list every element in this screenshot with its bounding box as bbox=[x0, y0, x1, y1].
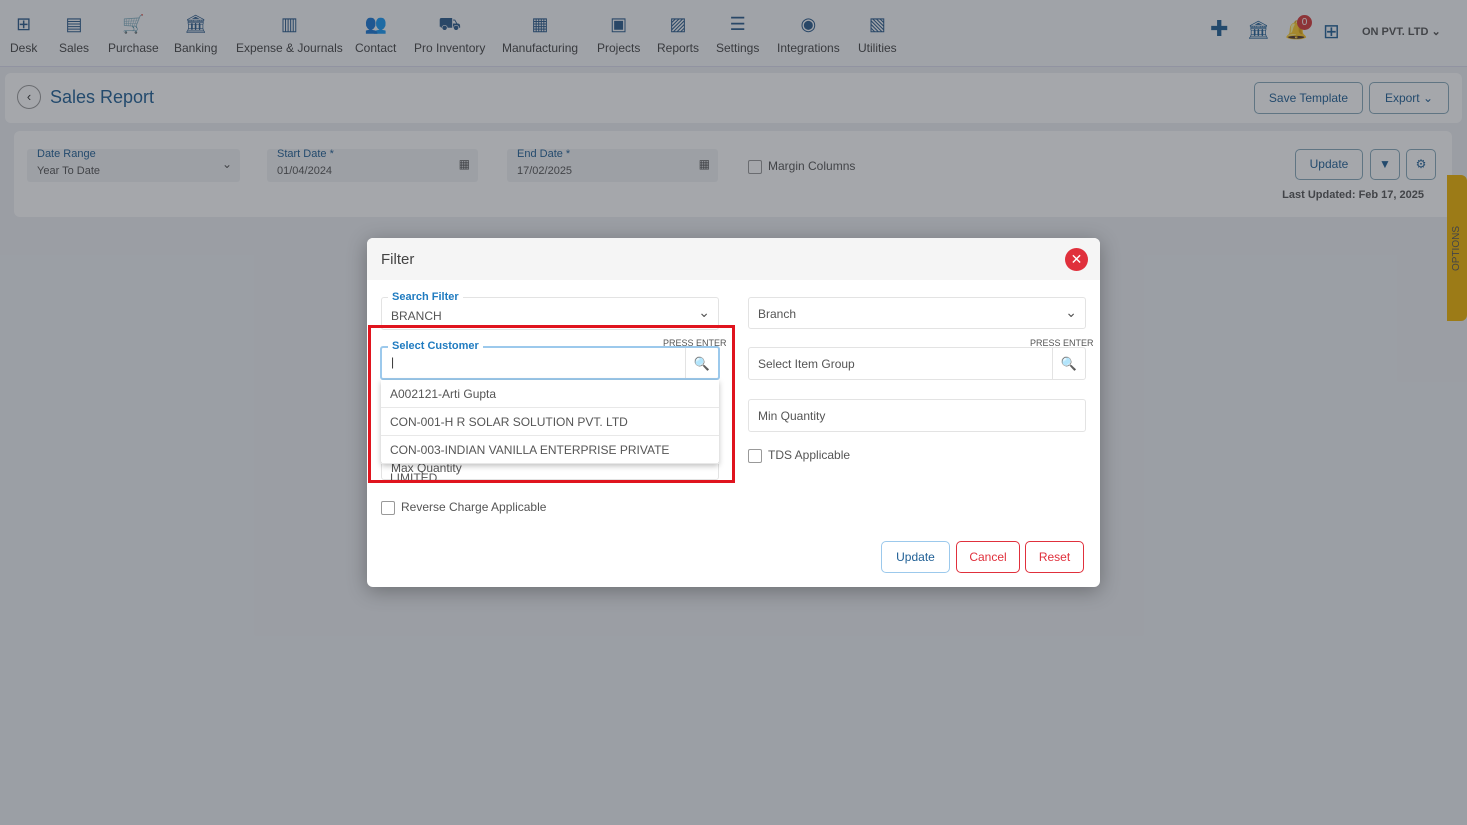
chevron-down-icon: ⌄ bbox=[698, 304, 710, 320]
search-icon[interactable]: 🔍 bbox=[1052, 348, 1085, 379]
reverse-charge-checkbox[interactable]: Reverse Charge Applicable bbox=[381, 500, 546, 515]
tds-checkbox[interactable]: TDS Applicable bbox=[748, 448, 850, 463]
reverse-charge-label: Reverse Charge Applicable bbox=[401, 500, 547, 514]
close-icon[interactable]: ✕ bbox=[1065, 248, 1088, 271]
checkbox[interactable] bbox=[381, 500, 395, 515]
highlight-box bbox=[368, 325, 735, 483]
checkbox[interactable] bbox=[748, 448, 762, 463]
tds-label: TDS Applicable bbox=[768, 448, 851, 462]
reset-button[interactable]: Reset bbox=[1025, 541, 1084, 573]
min-quantity-placeholder: Min Quantity bbox=[758, 409, 826, 423]
filter-modal: Filter ✕ Search Filter BRANCH ⌄ Branch ⌄ PRE… bbox=[367, 238, 1100, 587]
search-filter-value: BRANCH bbox=[391, 309, 442, 323]
item-group-placeholder: Select Item Group bbox=[758, 357, 855, 371]
modal-update-button[interactable]: Update bbox=[881, 541, 950, 573]
item-group-input[interactable]: Select Item Group 🔍 bbox=[748, 347, 1086, 380]
search-filter-label: Search Filter bbox=[388, 291, 463, 303]
min-quantity-input[interactable]: Min Quantity bbox=[748, 399, 1086, 432]
branch-select[interactable]: Branch ⌄ bbox=[748, 297, 1086, 329]
cancel-button[interactable]: Cancel bbox=[956, 541, 1020, 573]
modal-title: Filter bbox=[381, 251, 415, 268]
branch-placeholder: Branch bbox=[758, 307, 797, 321]
chevron-down-icon: ⌄ bbox=[1065, 304, 1077, 320]
